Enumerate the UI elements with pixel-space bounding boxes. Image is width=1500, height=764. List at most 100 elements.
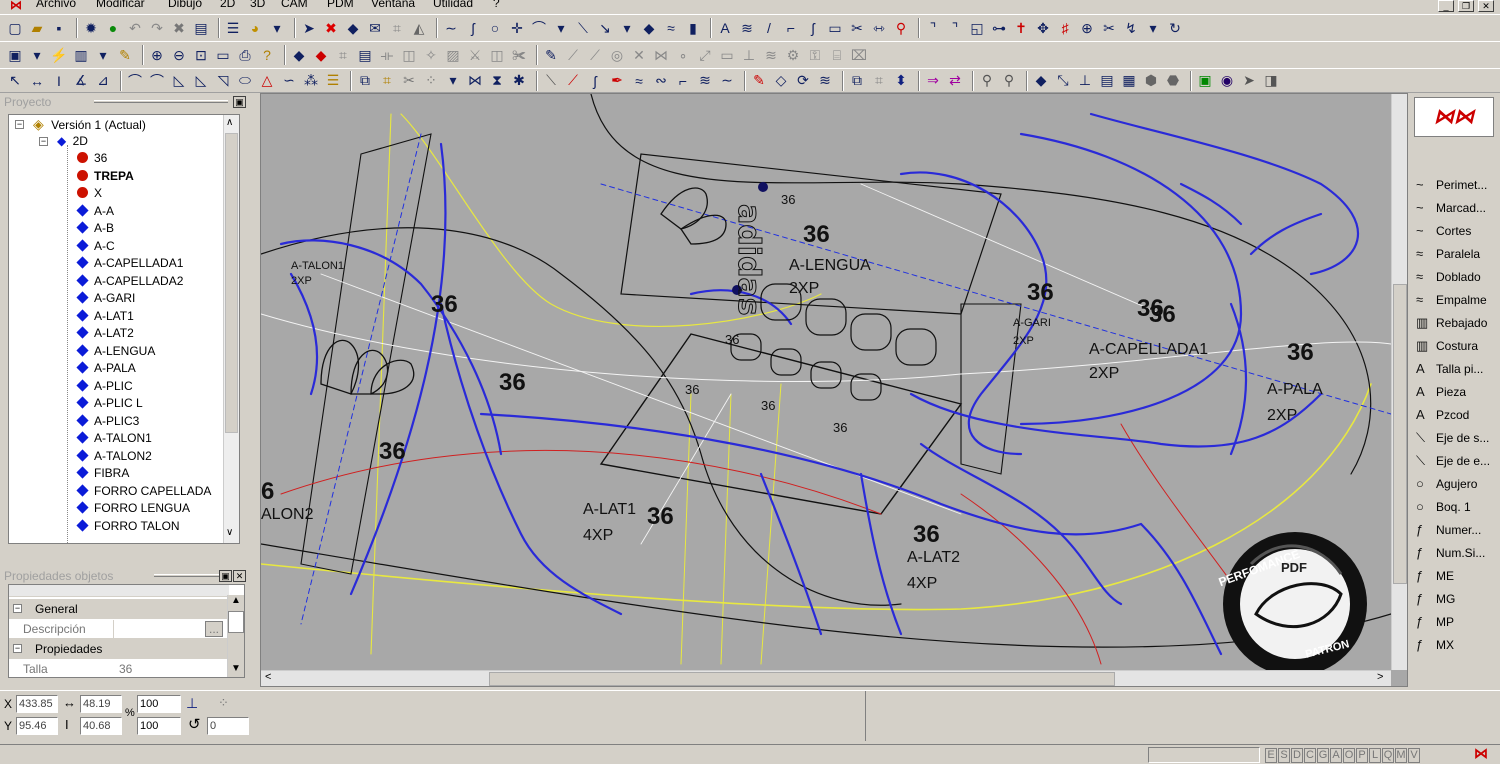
description-field[interactable]	[113, 620, 203, 638]
undo-icon[interactable]: ↶	[126, 19, 144, 37]
tree-item[interactable]: FORRO TALON	[76, 518, 180, 535]
center-icon[interactable]: ◎	[608, 46, 626, 64]
grade-icon[interactable]: ⤡	[1054, 72, 1072, 90]
globe-icon[interactable]: ◉	[1218, 72, 1236, 90]
stitch-icon[interactable]: ▥	[72, 46, 90, 64]
perpendicular-icon[interactable]: ⟋	[586, 46, 604, 64]
level-icon[interactable]: ⊥	[1076, 72, 1094, 90]
wave-icon[interactable]: ≋	[816, 72, 834, 90]
move-icon[interactable]: ✥	[1034, 19, 1052, 37]
trim-icon[interactable]: ✂	[1100, 19, 1118, 37]
node-move-icon[interactable]: ↖	[6, 72, 24, 90]
palette-item[interactable]: ≈ Doblado	[1416, 267, 1481, 287]
zoom-y-field[interactable]: 100	[137, 717, 181, 735]
mirror-icon[interactable]: ⋈	[466, 72, 484, 90]
palette-item[interactable]: ƒ MX	[1416, 635, 1454, 655]
shape-fill-icon[interactable]: ⬢	[1142, 72, 1160, 90]
open-folder-icon[interactable]: ▰	[28, 19, 46, 37]
tree-item[interactable]: TREPA	[77, 168, 134, 185]
status-mode-toggle[interactable]: L	[1369, 748, 1381, 763]
size-value[interactable]: 36	[119, 659, 132, 677]
palette-item[interactable]: A Pzcod	[1416, 405, 1469, 425]
gear-icon[interactable]: ⚙	[784, 46, 802, 64]
height-field[interactable]: 40.68	[80, 717, 122, 735]
shape-fill-icon[interactable]: ⬣	[1164, 72, 1182, 90]
diag-line-icon[interactable]: ⟋	[564, 72, 582, 90]
wave-icon[interactable]: ≈	[662, 19, 680, 37]
palette-item[interactable]: ƒ ME	[1416, 566, 1454, 586]
dot-icon[interactable]: ∘	[674, 46, 692, 64]
palette-item[interactable]: A Talla pi...	[1416, 359, 1483, 379]
status-mode-toggle[interactable]: V	[1408, 748, 1420, 763]
palette-item[interactable]: ○ Boq. 1	[1416, 497, 1471, 517]
arrow-swap-icon[interactable]: ⇄	[946, 72, 964, 90]
chevron-down-icon[interactable]: ∨	[226, 527, 233, 538]
offset-icon[interactable]: ≋	[738, 19, 756, 37]
shape-icon[interactable]: ◺	[170, 72, 188, 90]
zoom-out-icon[interactable]: ⊖	[170, 46, 188, 64]
dimension-icon[interactable]: ⇿	[870, 19, 888, 37]
extend-icon[interactable]: ↯	[1122, 19, 1140, 37]
status-mode-toggle[interactable]: G	[1317, 748, 1329, 763]
minimize-icon[interactable]: _	[1438, 0, 1454, 12]
star-icon[interactable]: ✱	[510, 72, 528, 90]
tree-item[interactable]: X	[77, 185, 102, 202]
ellipse-icon[interactable]: ⬭	[236, 72, 254, 90]
curve-icon[interactable]: ∼	[442, 19, 460, 37]
palette-item[interactable]: ~ Perimet...	[1416, 175, 1487, 195]
properties-icon[interactable]: ▤	[1098, 72, 1116, 90]
angle-icon[interactable]: ∡	[72, 72, 90, 90]
tree-item[interactable]: FORRO LENGUA	[76, 500, 190, 517]
arc-icon[interactable]: ⌒	[530, 19, 548, 37]
chevron-down-icon[interactable]: ▾	[444, 72, 462, 90]
zoom-window-icon[interactable]: ⊡	[192, 46, 210, 64]
status-mode-toggle[interactable]: E	[1265, 748, 1277, 763]
curve-icon[interactable]: ∼	[718, 72, 736, 90]
rotate-icon[interactable]: ⟳	[794, 72, 812, 90]
panel-float-icon[interactable]: ▣	[219, 570, 232, 582]
scale-icon[interactable]: ⤢	[696, 46, 714, 64]
palette-item[interactable]: ⟍ Eje de s...	[1416, 428, 1489, 448]
help-icon[interactable]: ?	[258, 46, 276, 64]
menu-cam[interactable]: CAM	[281, 0, 308, 10]
tree-item[interactable]: A-PALA	[76, 360, 136, 377]
palette-item[interactable]: ▥ Rebajado	[1416, 313, 1487, 333]
tree-scroll-thumb[interactable]	[225, 133, 238, 433]
palette-item[interactable]: ~ Marcad...	[1416, 198, 1486, 218]
tree-item[interactable]: A-TALON2	[76, 448, 152, 465]
drawing-canvas[interactable]: adidas 36 A-LENGUA 2XP A-TALON1 2XP 36 3…	[260, 93, 1408, 687]
select-arrow-icon[interactable]: ➤	[300, 19, 318, 37]
status-mode-toggle[interactable]: C	[1304, 748, 1316, 763]
palette-item[interactable]: A Pieza	[1416, 382, 1466, 402]
mid-icon[interactable]: ⋈	[652, 46, 670, 64]
columns-icon[interactable]: ◫	[400, 46, 418, 64]
panel-icon[interactable]: ◫	[488, 46, 506, 64]
chevron-down-icon[interactable]: ▾	[268, 19, 286, 37]
chevron-down-icon[interactable]: ▾	[552, 19, 570, 37]
zoom-in-icon[interactable]: ⊕	[148, 46, 166, 64]
arc-tool-icon[interactable]: ⌒	[126, 72, 144, 90]
settings-icon[interactable]: ✹	[82, 19, 100, 37]
arrow-right-icon[interactable]: ⇒	[924, 72, 942, 90]
pin-icon[interactable]: ⚲	[892, 19, 910, 37]
pin-icon[interactable]: ✎	[542, 46, 560, 64]
ruler-icon[interactable]: ▭	[214, 46, 232, 64]
list-icon[interactable]: ☰	[324, 72, 342, 90]
tree-item[interactable]: A-CAPELLADA2	[76, 273, 183, 290]
rectangle-icon[interactable]: ▭	[826, 19, 844, 37]
chevron-down-icon[interactable]: ▾	[1144, 19, 1162, 37]
panel-close-icon[interactable]: ▣	[233, 96, 246, 108]
close-icon[interactable]: ✕	[1478, 0, 1494, 12]
properties-icon[interactable]: ▤	[192, 19, 210, 37]
wave-icon[interactable]: ∾	[652, 72, 670, 90]
scissors-icon[interactable]: ✀	[510, 46, 528, 64]
node-edit-icon[interactable]: ✧	[422, 46, 440, 64]
snap-icon[interactable]: ⁘	[218, 695, 229, 711]
measure-icon[interactable]: ▭	[718, 46, 736, 64]
tree-item[interactable]: A-PLIC	[76, 378, 133, 395]
new-file-icon[interactable]: ▢	[6, 19, 24, 37]
cross-delete-icon[interactable]: ✖	[322, 19, 340, 37]
chevron-up-icon[interactable]: ∧	[226, 117, 233, 128]
check-icon[interactable]: ⌧	[850, 46, 868, 64]
props-scrollbar[interactable]: ▲ ▼	[227, 595, 244, 677]
